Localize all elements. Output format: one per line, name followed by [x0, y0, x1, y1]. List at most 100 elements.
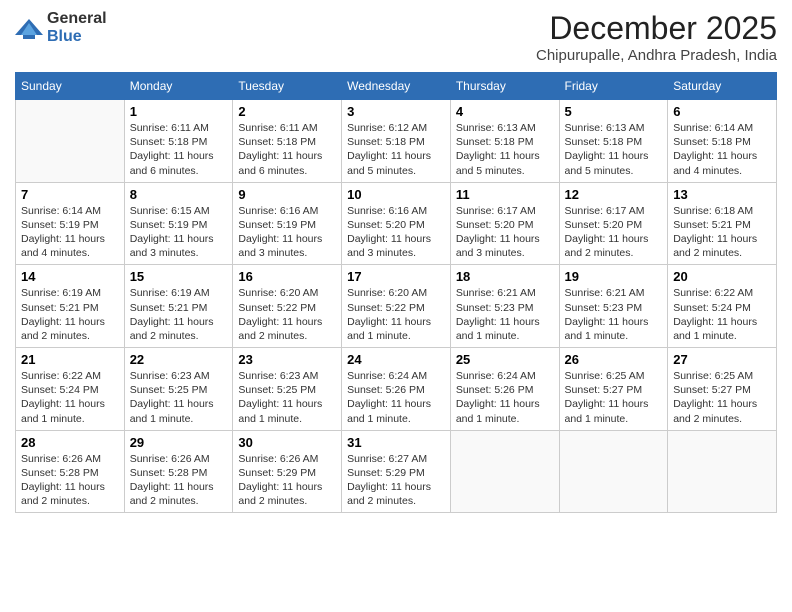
day-number: 20	[673, 269, 771, 284]
calendar-cell: 17 Sunrise: 6:20 AMSunset: 5:22 PMDayligh…	[342, 265, 451, 348]
day-detail: Sunrise: 6:25 AMSunset: 5:27 PMDaylight:…	[565, 369, 663, 426]
day-number: 10	[347, 187, 445, 202]
day-detail: Sunrise: 6:20 AMSunset: 5:22 PMDaylight:…	[347, 286, 445, 343]
day-number: 25	[456, 352, 554, 367]
weekday-header-sunday: Sunday	[16, 73, 125, 100]
day-detail: Sunrise: 6:20 AMSunset: 5:22 PMDaylight:…	[238, 286, 336, 343]
day-number: 3	[347, 104, 445, 119]
calendar-cell: 21 Sunrise: 6:22 AMSunset: 5:24 PMDayligh…	[16, 348, 125, 431]
day-detail: Sunrise: 6:16 AMSunset: 5:19 PMDaylight:…	[238, 204, 336, 261]
day-detail: Sunrise: 6:22 AMSunset: 5:24 PMDaylight:…	[21, 369, 119, 426]
day-number: 1	[130, 104, 228, 119]
day-detail: Sunrise: 6:13 AMSunset: 5:18 PMDaylight:…	[456, 121, 554, 178]
day-detail: Sunrise: 6:23 AMSunset: 5:25 PMDaylight:…	[238, 369, 336, 426]
calendar-table: SundayMondayTuesdayWednesdayThursdayFrid…	[15, 72, 777, 513]
day-number: 7	[21, 187, 119, 202]
weekday-header-saturday: Saturday	[668, 73, 777, 100]
day-detail: Sunrise: 6:19 AMSunset: 5:21 PMDaylight:…	[130, 286, 228, 343]
calendar-cell: 30Sunrise: 6:26 AMSunset: 5:29 PMDayligh…	[233, 430, 342, 513]
day-detail: Sunrise: 6:16 AMSunset: 5:20 PMDaylight:…	[347, 204, 445, 261]
title-block: December 2025 Chipurupalle, Andhra Prade…	[536, 10, 777, 64]
calendar-cell: 8Sunrise: 6:15 AMSunset: 5:19 PMDaylight…	[124, 182, 233, 265]
day-number: 31	[347, 435, 445, 450]
day-number: 30	[238, 435, 336, 450]
logo-blue: Blue	[47, 28, 82, 45]
calendar-cell: 28 Sunrise: 6:26 AMSunset: 5:28 PMDayligh…	[16, 430, 125, 513]
weekday-header-tuesday: Tuesday	[233, 73, 342, 100]
day-number: 21	[21, 352, 119, 367]
location-title: Chipurupalle, Andhra Pradesh, India	[536, 47, 777, 64]
day-number: 26	[565, 352, 663, 367]
calendar-cell: 13 Sunrise: 6:18 AMSunset: 5:21 PMDayligh…	[668, 182, 777, 265]
logo-icon	[15, 17, 43, 39]
weekday-header-monday: Monday	[124, 73, 233, 100]
calendar-cell: 23 Sunrise: 6:23 AMSunset: 5:25 PMDayligh…	[233, 348, 342, 431]
day-number: 14	[21, 269, 119, 284]
day-number: 6	[673, 104, 771, 119]
day-number: 24	[347, 352, 445, 367]
day-number: 29	[130, 435, 228, 450]
calendar-cell: 5 Sunrise: 6:13 AMSunset: 5:18 PMDaylight…	[559, 100, 668, 183]
day-number: 12	[565, 187, 663, 202]
day-detail: Sunrise: 6:18 AMSunset: 5:21 PMDaylight:…	[673, 204, 771, 261]
weekday-header-wednesday: Wednesday	[342, 73, 451, 100]
calendar-cell: 14 Sunrise: 6:19 AMSunset: 5:21 PMDayligh…	[16, 265, 125, 348]
calendar-cell: 2Sunrise: 6:11 AMSunset: 5:18 PMDaylight…	[233, 100, 342, 183]
calendar-cell: 16 Sunrise: 6:20 AMSunset: 5:22 PMDayligh…	[233, 265, 342, 348]
calendar-cell: 7 Sunrise: 6:14 AMSunset: 5:19 PMDaylight…	[16, 182, 125, 265]
calendar-cell: 1 Sunrise: 6:11 AMSunset: 5:18 PMDaylight…	[124, 100, 233, 183]
day-number: 16	[238, 269, 336, 284]
day-detail: Sunrise: 6:24 AMSunset: 5:26 PMDaylight:…	[347, 369, 445, 426]
day-detail: Sunrise: 6:17 AMSunset: 5:20 PMDaylight:…	[565, 204, 663, 261]
weekday-header-row: SundayMondayTuesdayWednesdayThursdayFrid…	[16, 73, 777, 100]
calendar-cell	[559, 430, 668, 513]
day-detail: Sunrise: 6:14 AMSunset: 5:18 PMDaylight:…	[673, 121, 771, 178]
calendar-week-row: 14 Sunrise: 6:19 AMSunset: 5:21 PMDayligh…	[16, 265, 777, 348]
calendar-cell: 3Sunrise: 6:12 AMSunset: 5:18 PMDaylight…	[342, 100, 451, 183]
calendar-cell: 15 Sunrise: 6:19 AMSunset: 5:21 PMDayligh…	[124, 265, 233, 348]
day-number: 2	[238, 104, 336, 119]
calendar-cell	[450, 430, 559, 513]
day-number: 22	[130, 352, 228, 367]
calendar-cell: 11 Sunrise: 6:17 AMSunset: 5:20 PMDayligh…	[450, 182, 559, 265]
weekday-header-thursday: Thursday	[450, 73, 559, 100]
day-detail: Sunrise: 6:27 AMSunset: 5:29 PMDaylight:…	[347, 452, 445, 509]
month-title: December 2025	[536, 10, 777, 47]
day-number: 13	[673, 187, 771, 202]
day-detail: Sunrise: 6:24 AMSunset: 5:26 PMDaylight:…	[456, 369, 554, 426]
day-detail: Sunrise: 6:17 AMSunset: 5:20 PMDaylight:…	[456, 204, 554, 261]
day-detail: Sunrise: 6:25 AMSunset: 5:27 PMDaylight:…	[673, 369, 771, 426]
calendar-cell: 20Sunrise: 6:22 AMSunset: 5:24 PMDayligh…	[668, 265, 777, 348]
calendar-cell: 22Sunrise: 6:23 AMSunset: 5:25 PMDayligh…	[124, 348, 233, 431]
calendar-week-row: 28 Sunrise: 6:26 AMSunset: 5:28 PMDayligh…	[16, 430, 777, 513]
day-number: 23	[238, 352, 336, 367]
calendar-week-row: 7 Sunrise: 6:14 AMSunset: 5:19 PMDaylight…	[16, 182, 777, 265]
day-number: 5	[565, 104, 663, 119]
page-header: General Blue December 2025 Chipurupalle,…	[15, 10, 777, 64]
day-detail: Sunrise: 6:14 AMSunset: 5:19 PMDaylight:…	[21, 204, 119, 261]
day-number: 28	[21, 435, 119, 450]
weekday-header-friday: Friday	[559, 73, 668, 100]
day-number: 11	[456, 187, 554, 202]
calendar-cell: 26 Sunrise: 6:25 AMSunset: 5:27 PMDayligh…	[559, 348, 668, 431]
day-detail: Sunrise: 6:21 AMSunset: 5:23 PMDaylight:…	[565, 286, 663, 343]
calendar-cell: 19 Sunrise: 6:21 AMSunset: 5:23 PMDayligh…	[559, 265, 668, 348]
calendar-cell: 6 Sunrise: 6:14 AMSunset: 5:18 PMDaylight…	[668, 100, 777, 183]
calendar-cell: 12 Sunrise: 6:17 AMSunset: 5:20 PMDayligh…	[559, 182, 668, 265]
day-number: 27	[673, 352, 771, 367]
day-detail: Sunrise: 6:13 AMSunset: 5:18 PMDaylight:…	[565, 121, 663, 178]
logo: General Blue	[15, 10, 107, 46]
calendar-cell	[668, 430, 777, 513]
calendar-cell	[16, 100, 125, 183]
day-detail: Sunrise: 6:19 AMSunset: 5:21 PMDaylight:…	[21, 286, 119, 343]
calendar-cell: 25 Sunrise: 6:24 AMSunset: 5:26 PMDayligh…	[450, 348, 559, 431]
calendar-cell: 10 Sunrise: 6:16 AMSunset: 5:20 PMDayligh…	[342, 182, 451, 265]
day-detail: Sunrise: 6:26 AMSunset: 5:28 PMDaylight:…	[21, 452, 119, 509]
day-number: 19	[565, 269, 663, 284]
day-number: 15	[130, 269, 228, 284]
day-number: 17	[347, 269, 445, 284]
calendar-cell: 29Sunrise: 6:26 AMSunset: 5:28 PMDayligh…	[124, 430, 233, 513]
calendar-cell: 27 Sunrise: 6:25 AMSunset: 5:27 PMDayligh…	[668, 348, 777, 431]
day-detail: Sunrise: 6:11 AMSunset: 5:18 PMDaylight:…	[130, 121, 228, 178]
calendar-cell: 31 Sunrise: 6:27 AMSunset: 5:29 PMDayligh…	[342, 430, 451, 513]
